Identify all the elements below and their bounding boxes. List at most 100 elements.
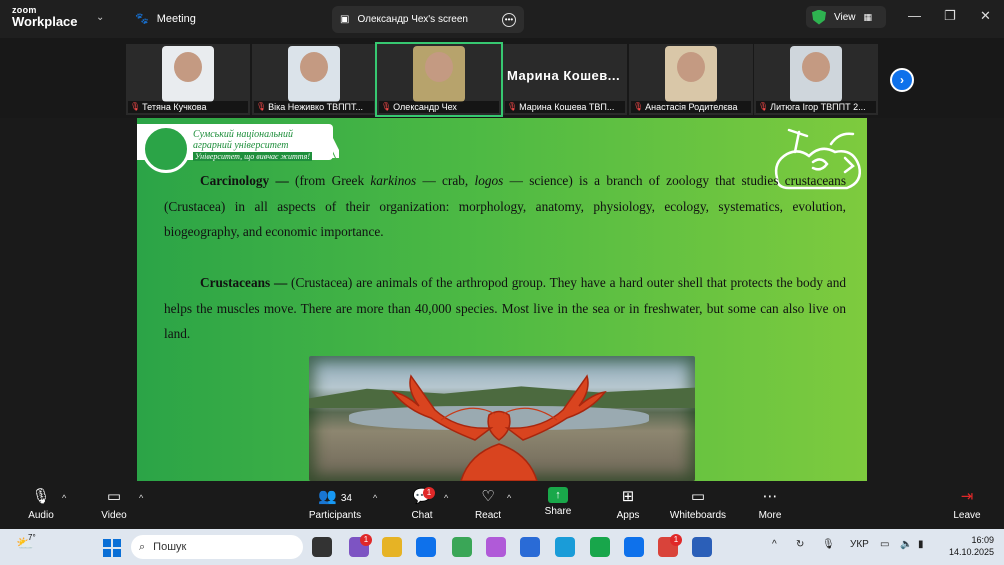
- banner-stripes-icon: [313, 130, 339, 158]
- logo-line2: Workplace: [12, 14, 78, 29]
- more-label: More: [758, 510, 782, 521]
- participants-label: Participants: [308, 510, 362, 521]
- video-feed: [288, 46, 340, 102]
- participants-options-chevron-icon[interactable]: ^: [373, 493, 377, 503]
- participant-tile[interactable]: Марина Кошев... 🎙 Марина Кошева ТВП...: [503, 44, 627, 115]
- chat-options-chevron-icon[interactable]: ^: [444, 493, 448, 503]
- screen-share-title: Олександр Чех's screen: [357, 14, 468, 25]
- grid-view-icon: ▦: [863, 11, 873, 22]
- word-icon[interactable]: [692, 537, 712, 557]
- participant-tile[interactable]: 🎙 Литюга Ігор ТВППТ 2...: [754, 44, 878, 115]
- audio-button[interactable]: 🎙 Audio: [26, 487, 56, 521]
- shield-check-icon: [812, 9, 826, 25]
- participants-button[interactable]: 👥 34 Participants: [306, 487, 364, 521]
- participant-strip: 🎙 Тетяна Кучкова 🎙 Віка Неживко ТВППТ... 🎙…: [0, 38, 1004, 118]
- carcinology-text-b: — crab,: [416, 173, 475, 188]
- presentation-slide: Сумський національний аграрний університ…: [137, 118, 867, 481]
- share-button[interactable]: ↑ Share: [543, 487, 573, 517]
- chevron-up-icon[interactable]: ^: [772, 539, 777, 550]
- university-name-line2: аграрний університет: [193, 140, 289, 151]
- meeting-tab[interactable]: 🐾 Meeting: [135, 12, 196, 26]
- chrome-icon[interactable]: [452, 537, 472, 557]
- crayfish-photo: [309, 356, 695, 481]
- mic-muted-icon: 🎙: [507, 102, 518, 111]
- react-button[interactable]: ♡ React: [472, 487, 504, 521]
- battery-icon[interactable]: ▮: [918, 539, 924, 550]
- participant-name: Олександр Чех: [393, 102, 457, 112]
- search-icon: ⌕: [139, 540, 146, 553]
- microphone-icon[interactable]: 🎙: [822, 539, 835, 550]
- title-bar: zoom Workplace ⌄ 🐾 Meeting ▣ Олександр Ч…: [0, 0, 1004, 38]
- apps-label: Apps: [616, 510, 640, 521]
- weather-widget[interactable]: ⛅ 7°: [16, 533, 36, 552]
- participant-name: Анастасія Родителєва: [645, 102, 738, 112]
- whatsapp-icon[interactable]: [590, 537, 610, 557]
- copilot-icon[interactable]: [486, 537, 506, 557]
- participant-label: 🎙 Олександр Чех: [379, 101, 499, 113]
- mic-muted-icon: 🎙: [633, 102, 644, 111]
- participant-label: 🎙 Анастасія Родителєва: [631, 101, 751, 113]
- close-icon[interactable]: ✕: [980, 8, 991, 24]
- crayfish-image: [391, 374, 607, 481]
- participant-display-name: Марина Кошев...: [507, 68, 621, 83]
- view-label: View: [834, 11, 856, 23]
- mic-muted-icon: 🎙: [256, 102, 267, 111]
- participant-tile[interactable]: 🎙 Тетяна Кучкова: [126, 44, 250, 115]
- whiteboard-icon: ▭: [690, 488, 706, 505]
- leave-button[interactable]: ⇥ Leave: [952, 487, 982, 521]
- task-view-icon[interactable]: [312, 537, 332, 557]
- screen-share-tab[interactable]: ▣ Олександр Чех's screen •••: [332, 6, 524, 33]
- minimize-icon[interactable]: —: [908, 8, 921, 23]
- more-dots-icon: ⋯: [762, 488, 778, 505]
- mic-muted-icon: 🎙: [31, 488, 51, 505]
- view-button[interactable]: View ▦: [806, 6, 886, 28]
- react-options-chevron-icon[interactable]: ^: [507, 493, 511, 503]
- mic-muted-icon: 🎙: [381, 102, 392, 111]
- participant-label: 🎙 Віка Неживко ТВППТ...: [254, 101, 374, 113]
- leave-door-icon: ⇥: [960, 488, 974, 505]
- participant-tile[interactable]: 🎙 Анастасія Родителєва: [629, 44, 753, 115]
- sync-icon[interactable]: ↻: [796, 539, 804, 550]
- system-clock[interactable]: 16:09 14.10.2025: [942, 534, 994, 558]
- participant-label: 🎙 Литюга Ігор ТВППТ 2...: [756, 101, 876, 113]
- university-name-line1: Сумський національний: [193, 129, 293, 140]
- chevron-down-icon[interactable]: ⌄: [96, 12, 104, 23]
- chat-label: Chat: [411, 510, 433, 521]
- zoom-app-icon[interactable]: [624, 537, 644, 557]
- participant-tile-active[interactable]: 🎙 Олександр Чех: [375, 42, 503, 117]
- restore-icon[interactable]: ❐: [944, 8, 956, 24]
- zoom-workplace-logo[interactable]: zoom Workplace: [12, 6, 78, 29]
- video-button[interactable]: ▭ Video: [98, 487, 130, 521]
- chat-unread-badge: 1: [423, 487, 435, 499]
- search-placeholder: Пошук: [153, 541, 187, 553]
- volume-muted-icon[interactable]: 🔈: [900, 539, 912, 550]
- more-button[interactable]: ⋯ More: [756, 487, 784, 521]
- more-options-icon[interactable]: •••: [502, 12, 516, 27]
- apps-button[interactable]: ⊞ Apps: [614, 487, 642, 521]
- video-options-chevron-icon[interactable]: ^: [139, 493, 143, 503]
- windows-start-button[interactable]: [103, 539, 121, 557]
- monitor-icon[interactable]: ▭: [880, 539, 889, 550]
- video-feed: [162, 46, 214, 102]
- clock-time: 16:09: [971, 535, 994, 545]
- store-icon[interactable]: [520, 537, 540, 557]
- video-feed: [413, 46, 465, 102]
- video-feed: [790, 46, 842, 102]
- video-camera-icon: ▭: [106, 488, 122, 505]
- participant-tile[interactable]: 🎙 Віка Неживко ТВППТ...: [252, 44, 376, 115]
- mic-muted-icon: 🎙: [130, 102, 141, 111]
- carcinology-term: Carcinology —: [200, 173, 289, 188]
- whiteboards-button[interactable]: ▭ Whiteboards: [668, 487, 728, 521]
- language-indicator[interactable]: УКР: [850, 539, 869, 550]
- edge-icon[interactable]: [555, 537, 575, 557]
- carcinology-paragraph: Carcinology — (from Greek karkinos — cra…: [164, 168, 846, 245]
- taskbar-search[interactable]: ⌕ Пошук: [131, 535, 303, 559]
- audio-options-chevron-icon[interactable]: ^: [62, 493, 66, 503]
- zoom-taskbar-icon[interactable]: [416, 537, 436, 557]
- file-explorer-icon[interactable]: [382, 537, 402, 557]
- screen-share-icon: ▣: [340, 14, 350, 25]
- logos-word: logos: [474, 173, 504, 188]
- chevron-right-icon: ›: [900, 73, 904, 87]
- participant-name: Литюга Ігор ТВППТ 2...: [770, 102, 866, 112]
- next-page-button[interactable]: ›: [890, 68, 914, 92]
